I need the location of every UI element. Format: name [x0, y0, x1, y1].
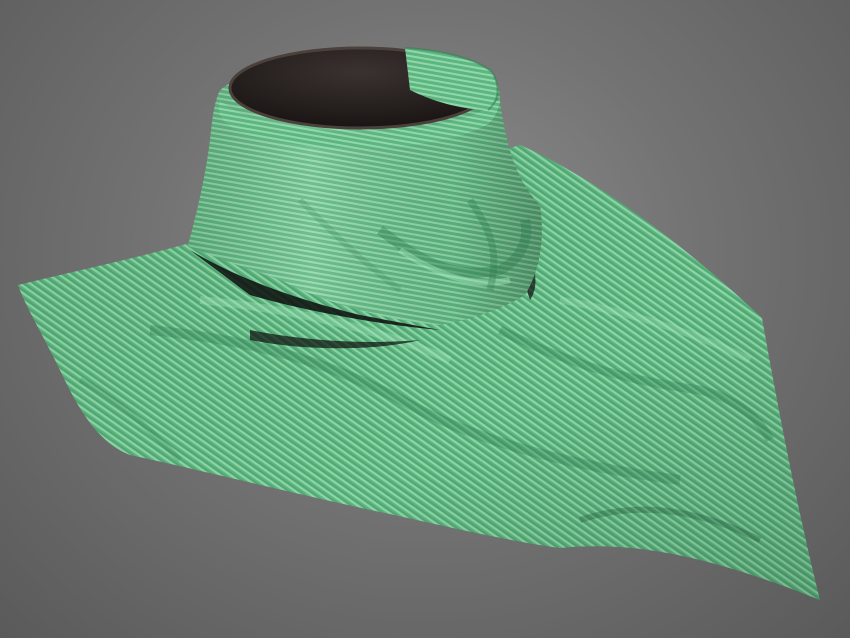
cloth-render — [18, 46, 820, 600]
render-viewport — [0, 0, 850, 638]
